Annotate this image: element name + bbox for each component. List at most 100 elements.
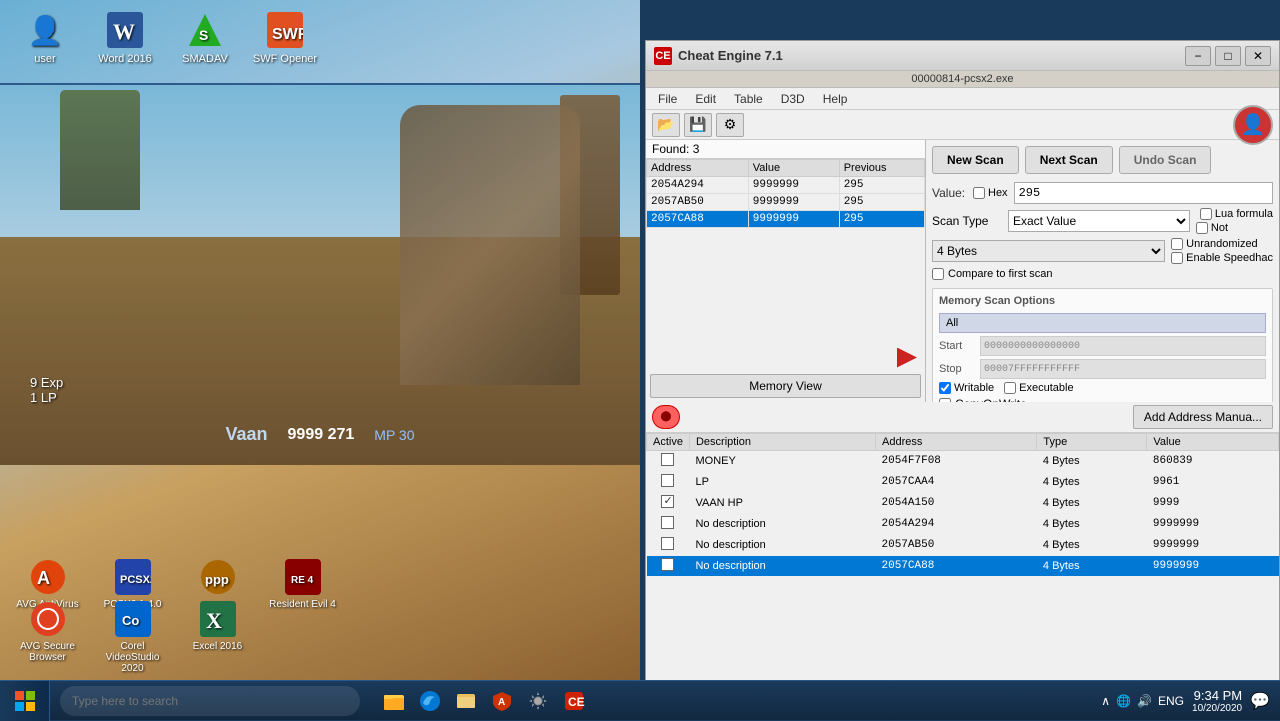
not-checkbox[interactable] — [1196, 222, 1208, 234]
type-cell: 4 Bytes — [1037, 555, 1147, 576]
value-cell: 9999999 — [1147, 534, 1279, 555]
taskbar-icon-ce[interactable]: CE — [560, 687, 588, 715]
writable-checkbox[interactable] — [939, 382, 951, 394]
memory-view-button[interactable]: Memory View — [650, 374, 921, 398]
addr-cell: 2054F7F08 — [876, 450, 1037, 471]
unrandomized-checkbox[interactable] — [1171, 238, 1183, 250]
icon-corel[interactable]: Co Corel VideoStudio 2020 — [95, 599, 170, 674]
desktop-icon-word[interactable]: W Word 2016 — [90, 10, 160, 65]
clock[interactable]: 9:34 PM 10/20/2020 — [1192, 688, 1242, 714]
table-row[interactable]: 2057AB50 9999999 295 — [647, 194, 925, 211]
ce-window-buttons[interactable]: − □ ✕ — [1185, 46, 1271, 66]
addr-cell: 2057CA88 — [647, 211, 749, 228]
svg-text:S: S — [199, 27, 208, 43]
active-checkbox — [661, 537, 674, 550]
col-type: Type — [1037, 433, 1147, 450]
ce-main: Found: 3 Address Value Previous 2054A294 — [646, 140, 1279, 402]
taskbar-icon-explorer[interactable] — [452, 687, 480, 715]
svg-text:RE 4: RE 4 — [291, 575, 314, 586]
value-cell: 9999999 — [748, 194, 839, 211]
unrandomized-check: Unrandomized — [1171, 238, 1273, 250]
all-option[interactable]: All — [939, 313, 1266, 333]
col-value: Value — [1147, 433, 1279, 450]
extra-checks: Unrandomized Enable Speedhac — [1171, 238, 1273, 264]
desc-cell: LP — [689, 471, 875, 492]
executable-checkbox[interactable] — [1004, 382, 1016, 394]
menu-d3d[interactable]: D3D — [773, 90, 813, 108]
active-checkbox — [661, 453, 674, 466]
tray-icon-up[interactable]: ∧ — [1101, 694, 1110, 708]
next-scan-button[interactable]: Next Scan — [1025, 146, 1113, 174]
undo-scan-button[interactable]: Undo Scan — [1119, 146, 1212, 174]
new-scan-button[interactable]: New Scan — [932, 146, 1019, 174]
desktop-icons-top: 👤 user W Word 2016 S SMADAV SWF SWF Open… — [0, 0, 640, 75]
addr-cell: 2057AB50 — [876, 534, 1037, 555]
table-row-selected[interactable]: 2057CA88 9999999 295 — [647, 211, 925, 228]
list-item[interactable]: VAAN HP 2054A150 4 Bytes 9999 — [647, 492, 1279, 513]
stop-button[interactable]: ⬤ — [652, 405, 680, 429]
value-cell: 9999999 — [748, 177, 839, 194]
col-value: Value — [748, 160, 839, 177]
speedhack-checkbox[interactable] — [1171, 252, 1183, 264]
ce-process-title: 00000814-pcsx2.exe — [646, 71, 1279, 88]
desktop-bottom-icons2: AVG Secure Browser Co Corel VideoStudio … — [0, 595, 430, 678]
toolbar-open-btn[interactable]: 📂 — [652, 113, 680, 137]
menu-edit[interactable]: Edit — [687, 90, 724, 108]
start-button[interactable] — [0, 681, 50, 721]
taskbar-icon-gear[interactable] — [524, 687, 552, 715]
menu-table[interactable]: Table — [726, 90, 771, 108]
not-check-row: Not — [1196, 222, 1273, 234]
taskbar-icon-files[interactable] — [380, 687, 408, 715]
addr-cell: 2057AB50 — [647, 194, 749, 211]
windows-icon — [13, 689, 37, 713]
compare-first-checkbox[interactable] — [932, 268, 944, 280]
list-item[interactable]: No description 2054A294 4 Bytes 9999999 — [647, 513, 1279, 534]
notification-icon[interactable]: 💬 — [1250, 691, 1270, 711]
value-cell: 9999999 — [1147, 555, 1279, 576]
speedhack-check: Enable Speedhac — [1171, 252, 1273, 264]
desktop-icon-user-label: user — [34, 53, 55, 65]
list-item[interactable]: No description 2057AB50 4 Bytes 9999999 — [647, 534, 1279, 555]
icon-avg-browser[interactable]: AVG Secure Browser — [10, 599, 85, 674]
menu-file[interactable]: File — [650, 90, 685, 108]
stop-input[interactable] — [980, 359, 1266, 379]
col-active: Active — [647, 433, 690, 450]
desktop-icon-user[interactable]: 👤 user — [10, 10, 80, 65]
ce-bottom-controls: ⬤ Add Address Manua... — [646, 402, 1279, 433]
mp-display: MP 30 — [374, 427, 414, 443]
value-type-select[interactable]: 4 Bytes Byte 2 Bytes 8 Bytes Float Doubl… — [932, 240, 1165, 262]
ce-address-table[interactable]: Address Value Previous 2054A294 9999999 … — [646, 159, 925, 346]
exp-display: 9 Exp 1 LP — [30, 375, 63, 405]
ce-close-btn[interactable]: ✕ — [1245, 46, 1271, 66]
menu-help[interactable]: Help — [815, 90, 856, 108]
scan-type-select[interactable]: Exact Value Bigger than... Smaller than.… — [1008, 210, 1190, 232]
value-cell: 9999999 — [1147, 513, 1279, 534]
table-row[interactable]: 2054A294 9999999 295 — [647, 177, 925, 194]
desktop-icon-smadav[interactable]: S SMADAV — [170, 10, 240, 65]
lua-formula-checkbox[interactable] — [1200, 208, 1212, 220]
addr-cell: 2054A294 — [647, 177, 749, 194]
add-address-button[interactable]: Add Address Manua... — [1133, 405, 1273, 429]
toolbar-settings-btn[interactable]: ⚙ — [716, 113, 744, 137]
ce-address-list[interactable]: Active Description Address Type Value MO… — [646, 433, 1279, 695]
list-item-selected[interactable]: No description 2057CA88 4 Bytes 9999999 — [647, 555, 1279, 576]
ce-maximize-btn[interactable]: □ — [1215, 46, 1241, 66]
taskbar-icon-edge[interactable] — [416, 687, 444, 715]
ce-minimize-btn[interactable]: − — [1185, 46, 1211, 66]
start-input[interactable] — [980, 336, 1266, 356]
tray-lang: ENG — [1158, 694, 1184, 708]
icon-excel[interactable]: X Excel 2016 — [180, 599, 255, 674]
ce-found-count: Found: 3 — [646, 140, 925, 159]
taskbar-right: ∧ 🌐 🔊 ENG 9:34 PM 10/20/2020 💬 — [1091, 688, 1280, 714]
writable-exec-row: Writable Executable — [939, 382, 1266, 394]
list-item[interactable]: MONEY 2054F7F08 4 Bytes 860839 — [647, 450, 1279, 471]
desktop-icon-swf[interactable]: SWF SWF Opener — [250, 10, 320, 65]
toolbar-save-btn[interactable]: 💾 — [684, 113, 712, 137]
desc-cell: No description — [689, 555, 875, 576]
taskbar-icon-shield[interactable]: A — [488, 687, 516, 715]
hex-checkbox[interactable] — [973, 187, 985, 199]
list-item[interactable]: LP 2057CAA4 4 Bytes 9961 — [647, 471, 1279, 492]
value-input-field[interactable] — [1014, 182, 1273, 204]
search-input[interactable] — [60, 686, 360, 716]
hex-label: Hex — [988, 187, 1008, 199]
